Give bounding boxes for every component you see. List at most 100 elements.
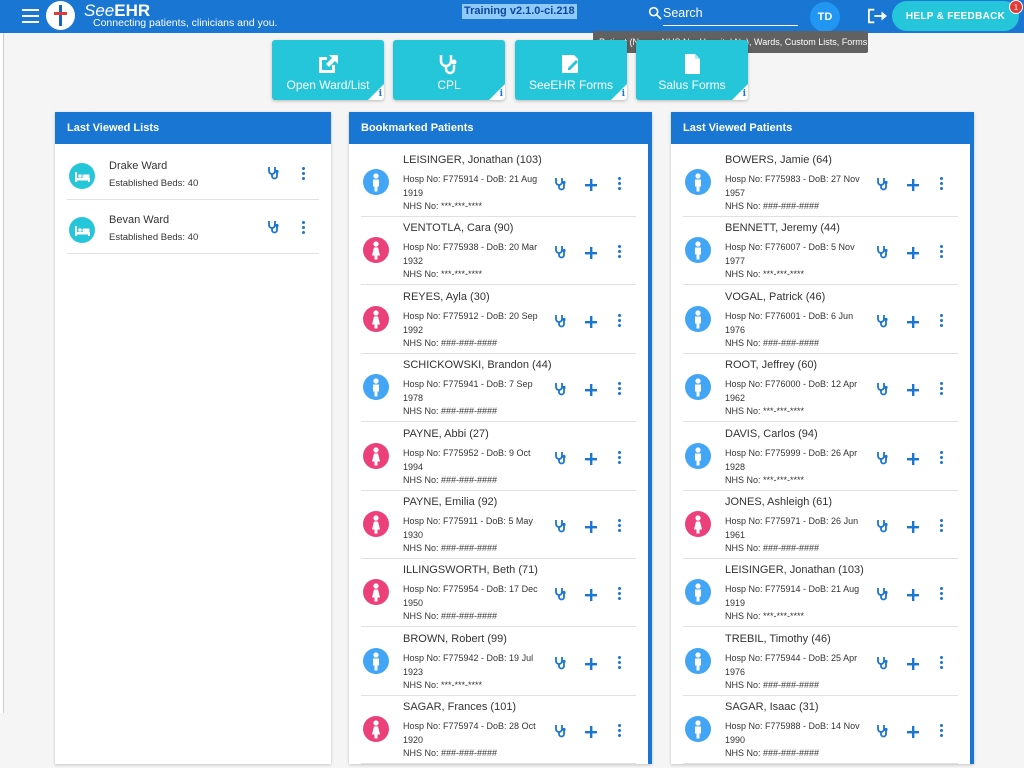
patient-list-item[interactable]: SAGAR, Isaac (31) Hosp No: F775988 - DoB:…: [683, 696, 958, 764]
patient-list-item[interactable]: VOGAL, Patrick (46) Hosp No: F776001 - Do…: [683, 286, 958, 354]
scrollbar[interactable]: [648, 144, 652, 764]
more-options-icon[interactable]: [940, 450, 944, 465]
search-icon[interactable]: [647, 5, 663, 21]
patient-list-item[interactable]: REYES, Ayla (30) Hosp No: F775912 - DoB: …: [361, 286, 636, 354]
more-options-icon[interactable]: [618, 519, 622, 533]
more-options-icon[interactable]: [940, 655, 944, 670]
more-options-icon[interactable]: [940, 724, 944, 738]
patient-hosp-dob: Hosp No: F775942 - DoB: 19 Jul 1923: [403, 652, 534, 677]
stethoscope-icon[interactable]: [554, 451, 568, 465]
patient-list-item[interactable]: SAGAR, Frances (101) Hosp No: F775974 - D…: [361, 696, 636, 764]
add-icon[interactable]: [585, 178, 597, 191]
stethoscope-icon[interactable]: [554, 314, 568, 328]
add-icon[interactable]: [585, 246, 597, 260]
add-icon[interactable]: [907, 725, 919, 739]
add-icon[interactable]: [907, 178, 919, 191]
more-options-icon[interactable]: [618, 177, 622, 191]
stethoscope-icon[interactable]: [554, 724, 568, 738]
patient-hosp-dob: Hosp No: F775911 - DoB: 5 May 1930: [403, 516, 533, 540]
add-icon[interactable]: [907, 383, 919, 397]
info-icon[interactable]: i: [743, 89, 746, 99]
info-icon[interactable]: i: [622, 89, 625, 99]
stethoscope-icon[interactable]: [876, 519, 890, 533]
patient-list-item[interactable]: ILLINGSWORTH, Beth (71) Hosp No: F775954 …: [361, 559, 636, 628]
stethoscope-icon[interactable]: [876, 724, 890, 738]
add-icon[interactable]: [907, 452, 919, 465]
stethoscope-icon[interactable]: [876, 314, 890, 328]
more-options-icon[interactable]: [618, 587, 622, 601]
stethoscope-icon[interactable]: [554, 177, 568, 191]
more-options-icon[interactable]: [618, 313, 622, 328]
add-icon[interactable]: [585, 315, 597, 328]
patient-nhs-number: NHS No: ###-###-####: [403, 748, 498, 759]
more-options-icon[interactable]: [618, 724, 622, 738]
ward-name: Drake Ward: [109, 160, 168, 172]
stethoscope-icon[interactable]: [876, 177, 890, 191]
more-options-icon[interactable]: [940, 587, 944, 601]
ward-list-item[interactable]: Bevan Ward Established Beds: 40: [67, 200, 319, 254]
add-icon[interactable]: [907, 657, 919, 670]
stethoscope-icon[interactable]: [554, 382, 568, 396]
more-options-icon[interactable]: [302, 167, 306, 181]
add-icon[interactable]: [907, 588, 919, 602]
stethoscope-icon[interactable]: [267, 166, 281, 180]
stethoscope-icon[interactable]: [876, 656, 890, 670]
info-icon[interactable]: i: [379, 89, 382, 99]
tile-open-ward-list[interactable]: Open Ward/List i: [272, 40, 384, 100]
stethoscope-icon[interactable]: [876, 245, 890, 259]
logout-icon[interactable]: [866, 7, 888, 25]
info-icon[interactable]: i: [500, 89, 503, 99]
patient-list-item[interactable]: BROWN, Robert (99) Hosp No: F775942 - DoB…: [361, 628, 636, 696]
more-options-icon[interactable]: [940, 245, 944, 259]
patient-list-item[interactable]: LEISINGER, Jonathan (103) Hosp No: F77591…: [683, 559, 958, 628]
more-options-icon[interactable]: [940, 519, 944, 533]
patient-list-item[interactable]: PAYNE, Emilia (92) Hosp No: F775911 - DoB…: [361, 491, 636, 559]
more-options-icon[interactable]: [940, 313, 944, 328]
more-options-icon[interactable]: [618, 450, 622, 465]
tile-seeehr-forms[interactable]: SeeEHR Forms i: [515, 40, 627, 100]
add-icon[interactable]: [585, 657, 597, 670]
scrollbar[interactable]: [970, 144, 974, 764]
add-icon[interactable]: [585, 452, 597, 465]
add-icon[interactable]: [585, 588, 597, 602]
stethoscope-icon[interactable]: [267, 220, 281, 234]
patient-list-item[interactable]: DAVIS, Carlos (94) Hosp No: F775999 - DoB…: [683, 423, 958, 491]
patient-list-item[interactable]: VENTOTLA, Cara (90) Hosp No: F775938 - Do…: [361, 217, 636, 286]
patient-list-item[interactable]: PAYNE, Abbi (27) Hosp No: F775952 - DoB: …: [361, 423, 636, 491]
stethoscope-icon[interactable]: [554, 245, 568, 259]
patient-hosp-dob: Hosp No: F776007 - DoB: 5 Nov 1977: [725, 242, 855, 267]
add-icon[interactable]: [907, 520, 919, 533]
male-patient-icon: [685, 374, 711, 401]
add-icon[interactable]: [907, 315, 919, 328]
stethoscope-icon[interactable]: [876, 587, 890, 601]
patient-list-item[interactable]: BOWERS, Jamie (64) Hosp No: F775983 - DoB…: [683, 149, 958, 217]
patient-list-item[interactable]: ROOT, Jeffrey (60) Hosp No: F776000 - DoB…: [683, 354, 958, 423]
more-options-icon[interactable]: [302, 221, 306, 235]
more-options-icon[interactable]: [940, 382, 944, 396]
patient-list-item[interactable]: SCHICKOWSKI, Brandon (44) Hosp No: F77594…: [361, 354, 636, 423]
stethoscope-icon[interactable]: [554, 519, 568, 533]
add-icon[interactable]: [585, 520, 597, 533]
tile-salus-forms[interactable]: Salus Forms i: [636, 40, 748, 100]
stethoscope-icon[interactable]: [876, 451, 890, 465]
stethoscope-icon[interactable]: [554, 656, 568, 670]
user-avatar[interactable]: TD: [810, 2, 840, 32]
search-input[interactable]: [663, 4, 798, 26]
more-options-icon[interactable]: [940, 177, 944, 191]
help-feedback-button[interactable]: HELP & FEEDBACK: [892, 1, 1019, 31]
ward-list-item[interactable]: Drake Ward Established Beds: 40: [67, 146, 319, 200]
menu-icon[interactable]: [22, 9, 39, 23]
patient-list-item[interactable]: TREBIL, Timothy (46) Hosp No: F775944 - D…: [683, 628, 958, 696]
more-options-icon[interactable]: [618, 382, 622, 396]
patient-list-item[interactable]: JONES, Ashleigh (61) Hosp No: F775971 - D…: [683, 491, 958, 559]
more-options-icon[interactable]: [618, 655, 622, 670]
add-icon[interactable]: [585, 725, 597, 739]
stethoscope-icon[interactable]: [554, 587, 568, 601]
stethoscope-icon[interactable]: [876, 382, 890, 396]
patient-list-item[interactable]: LEISINGER, Jonathan (103) Hosp No: F77591…: [361, 149, 636, 217]
add-icon[interactable]: [907, 246, 919, 260]
more-options-icon[interactable]: [618, 245, 622, 259]
add-icon[interactable]: [585, 383, 597, 397]
patient-list-item[interactable]: BENNETT, Jeremy (44) Hosp No: F776007 - D…: [683, 217, 958, 286]
tile-cpl[interactable]: CPL i: [393, 40, 505, 100]
